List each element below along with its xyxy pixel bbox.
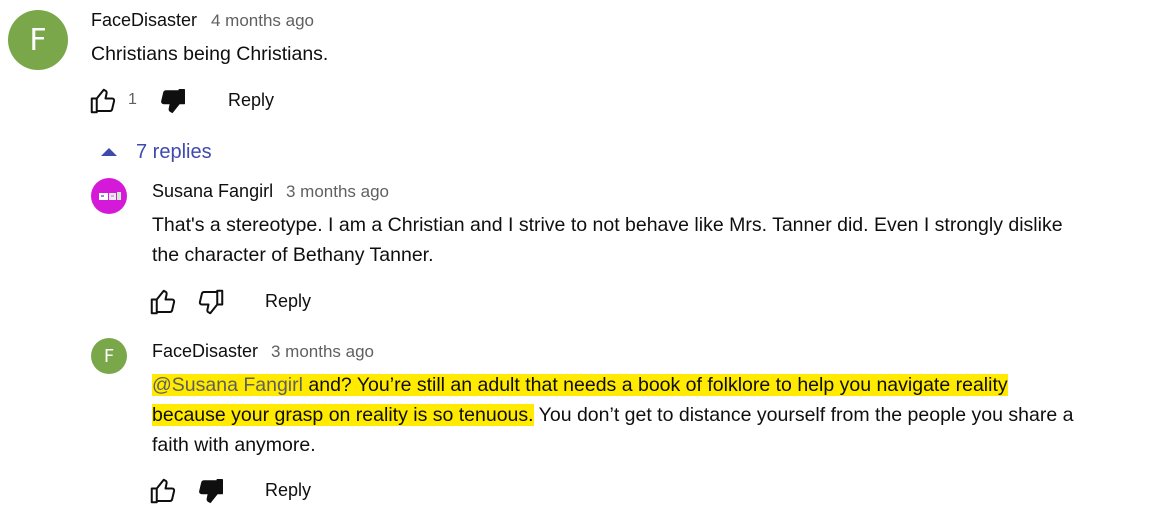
replies-toggle[interactable]: 7 replies xyxy=(100,140,212,164)
thumbs-down-icon[interactable] xyxy=(196,476,226,506)
reply-timestamp[interactable]: 3 months ago xyxy=(286,182,389,202)
avatar[interactable]: F xyxy=(8,10,68,70)
thumbs-up-icon[interactable] xyxy=(148,287,178,317)
highlighted-text: because your grasp on reality is so tenu… xyxy=(152,404,534,426)
replies-count-label: 7 replies xyxy=(136,140,212,163)
reply-text: @Susana Fangirl and? You’re still an adu… xyxy=(152,370,1112,460)
reply-author[interactable]: Susana Fangirl xyxy=(152,181,273,202)
thumbs-down-icon[interactable] xyxy=(158,86,188,116)
avatar[interactable]: F xyxy=(91,338,127,374)
channel-avatar-image xyxy=(99,192,121,200)
avatar[interactable] xyxy=(91,178,127,214)
reply-author[interactable]: FaceDisaster xyxy=(152,341,258,362)
reply-timestamp[interactable]: 3 months ago xyxy=(271,342,374,362)
highlighted-text: @Susana Fangirl and? You’re still an adu… xyxy=(152,374,1008,396)
mention-link[interactable]: @Susana Fangirl xyxy=(152,374,303,396)
avatar-letter: F xyxy=(103,345,115,367)
thumbs-down-icon[interactable] xyxy=(196,287,226,317)
comment-text: Christians being Christians. xyxy=(91,43,329,65)
thumbs-up-icon[interactable] xyxy=(88,86,118,116)
reply-text: That's a stereotype. I am a Christian an… xyxy=(152,214,1063,266)
avatar-letter: F xyxy=(29,22,47,58)
comment-author[interactable]: FaceDisaster xyxy=(91,10,197,31)
caret-up-icon xyxy=(101,148,117,156)
comment-timestamp[interactable]: 4 months ago xyxy=(211,11,314,31)
reply-button[interactable]: Reply xyxy=(228,90,274,111)
like-count: 1 xyxy=(128,91,137,108)
thumbs-up-icon[interactable] xyxy=(148,476,178,506)
reply-button[interactable]: Reply xyxy=(265,480,311,501)
reply-button[interactable]: Reply xyxy=(265,291,311,312)
